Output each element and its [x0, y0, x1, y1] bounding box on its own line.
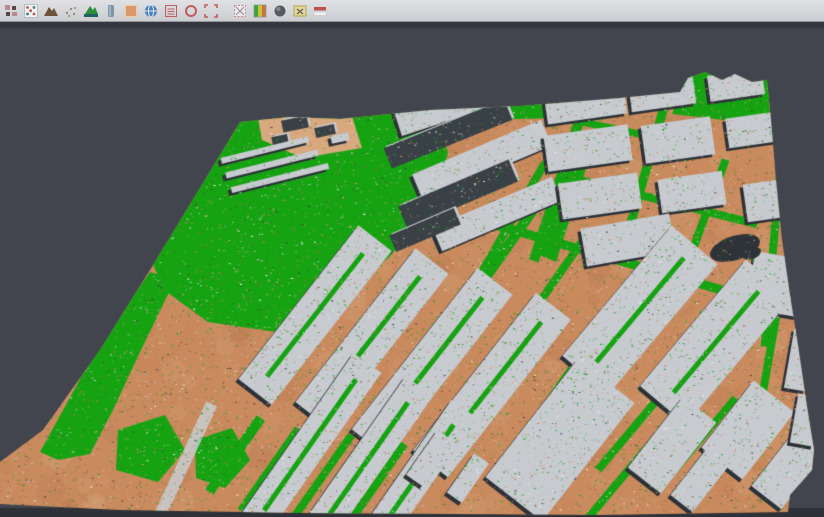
crop-x-icon[interactable] [291, 2, 309, 20]
toolbar [0, 0, 824, 22]
classification-palette-icon[interactable] [251, 2, 269, 20]
ring-select-icon[interactable] [182, 2, 200, 20]
ortho-square-icon[interactable] [122, 2, 140, 20]
sphere-ball-icon[interactable] [271, 2, 289, 20]
terrain-classified-icon[interactable] [82, 2, 100, 20]
terrain-dtm-icon[interactable] [42, 2, 60, 20]
sample-dice-icon[interactable] [22, 2, 40, 20]
globe-icon[interactable] [142, 2, 160, 20]
profile-slab-icon[interactable] [102, 2, 120, 20]
point-cloud-canvas[interactable] [0, 22, 824, 517]
app-window [0, 0, 824, 517]
crop-brackets-icon[interactable] [202, 2, 220, 20]
region-x-icon[interactable] [231, 2, 249, 20]
list-lines-icon[interactable] [162, 2, 180, 20]
selection-grid-icon[interactable] [2, 2, 20, 20]
sparse-points-icon[interactable] [62, 2, 80, 20]
viewport-3d[interactable] [0, 22, 824, 517]
bars-icon[interactable] [311, 2, 329, 20]
